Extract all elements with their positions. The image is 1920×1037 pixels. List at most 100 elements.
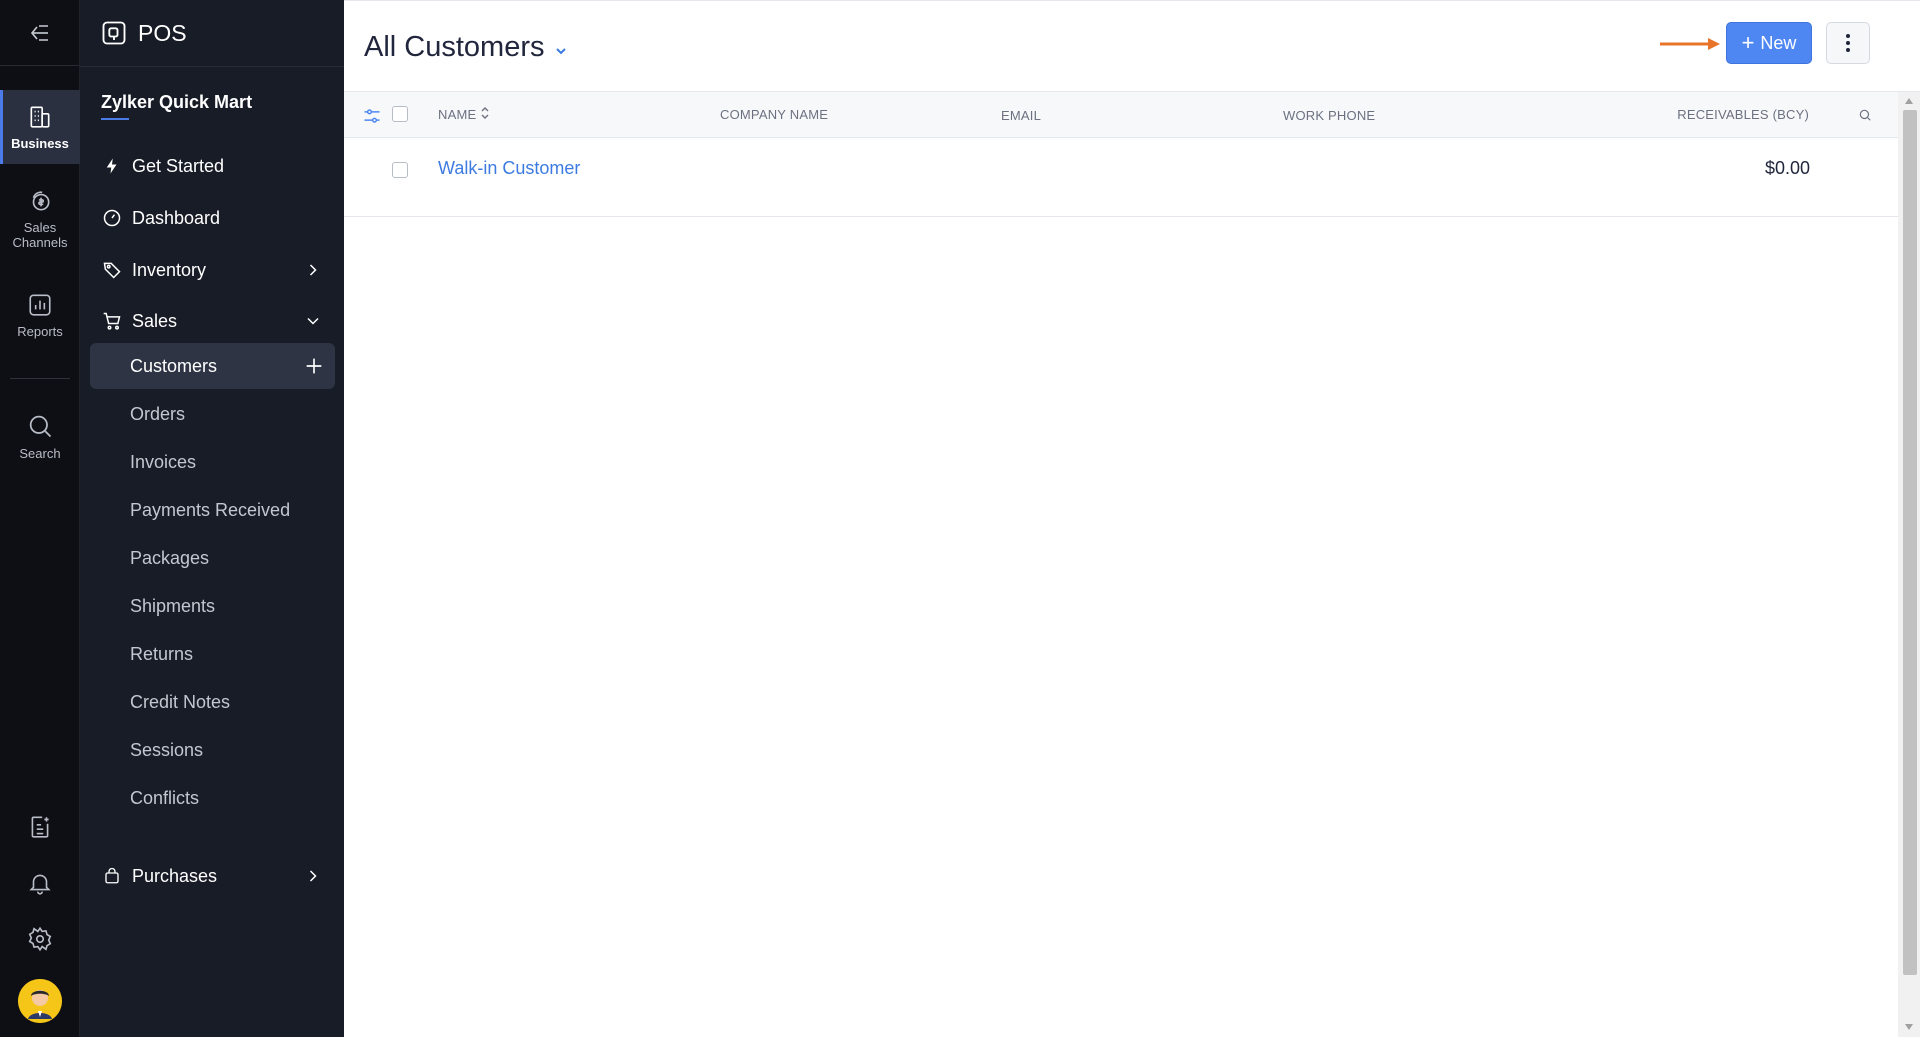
vertical-scrollbar[interactable]: [1898, 92, 1920, 1037]
app-header: POS: [80, 0, 344, 67]
gauge-icon: [103, 209, 121, 227]
table-row[interactable]: Walk-in Customer $0.00: [344, 138, 1898, 217]
sidebar-item-payments-received[interactable]: Payments Received: [90, 487, 335, 533]
rail-label-business: Business: [11, 136, 69, 151]
user-avatar[interactable]: [18, 979, 62, 1023]
nav-label-purchases: Purchases: [132, 865, 218, 886]
module-rail: Business Sales Channels Reports Search: [0, 0, 80, 1037]
column-header-name[interactable]: NAME: [438, 107, 490, 122]
bell-icon: [29, 874, 51, 895]
pos-logo-icon: [102, 21, 126, 45]
nav-label-inventory: Inventory: [132, 259, 207, 280]
rail-label-sales-channels: Sales Channels: [12, 220, 68, 250]
nav-item-sales[interactable]: Sales: [90, 298, 335, 344]
cart-icon: [103, 312, 121, 330]
notifications-button[interactable]: [0, 870, 80, 896]
sidebar-label-shipments: Shipments: [130, 595, 216, 616]
column-header-email[interactable]: EMAIL: [1001, 108, 1041, 123]
scrollbar-thumb[interactable]: [1903, 110, 1917, 975]
shopping-bag-icon: [105, 867, 119, 884]
collapse-sidebar-button[interactable]: [0, 0, 79, 66]
column-header-receivables[interactable]: RECEIVABLES (BCY): [1677, 107, 1809, 122]
collapse-menu-icon: [30, 24, 48, 41]
sidebar-label-invoices: Invoices: [130, 451, 197, 472]
rail-label-search: Search: [19, 446, 61, 461]
scroll-up-icon[interactable]: [1905, 98, 1913, 104]
main-content: All Customers + New NAME COMPANY NAME EM…: [344, 0, 1920, 1037]
chevron-down-icon: [555, 47, 566, 54]
rail-item-business[interactable]: Business: [0, 90, 80, 164]
rail-item-search[interactable]: Search: [0, 412, 80, 466]
rail-item-reports[interactable]: Reports: [0, 292, 80, 346]
sidebar-item-packages[interactable]: Packages: [90, 535, 335, 581]
customer-name-link[interactable]: Walk-in Customer: [438, 158, 580, 179]
search-icon: [29, 415, 52, 438]
add-customer-icon[interactable]: [303, 355, 325, 377]
coins-icon: [32, 191, 50, 211]
building-icon: [30, 106, 50, 128]
nav-item-get-started[interactable]: Get Started: [90, 143, 335, 189]
bar-chart-icon: [29, 294, 51, 316]
sidebar-label-returns: Returns: [130, 643, 194, 664]
chevron-right-icon: [309, 870, 317, 882]
chevron-down-icon: [307, 317, 319, 325]
column-settings-icon[interactable]: [362, 106, 382, 126]
customer-receivables: $0.00: [1764, 158, 1810, 178]
sidebar-label-sessions: Sessions: [130, 739, 204, 760]
app-window: Business Sales Channels Reports Search P…: [0, 0, 1920, 1037]
search-icon[interactable]: [1858, 108, 1872, 122]
organization-name[interactable]: Zylker Quick Mart: [101, 92, 252, 113]
sidebar-label-payments-received: Payments Received: [130, 499, 291, 520]
nav-item-dashboard[interactable]: Dashboard: [90, 195, 335, 241]
annotation-arrow-icon: [1660, 38, 1720, 50]
new-button-label: New: [1760, 32, 1797, 53]
sidebar-item-returns[interactable]: Returns: [90, 631, 335, 677]
whats-new-button[interactable]: [0, 814, 80, 840]
column-header-company[interactable]: COMPANY NAME: [720, 107, 828, 122]
user-avatar-icon: [18, 979, 62, 1023]
rail-label-reports: Reports: [17, 324, 63, 339]
select-all-checkbox[interactable]: [392, 106, 408, 122]
rail-divider: [10, 378, 70, 379]
nav-label-sales: Sales: [132, 310, 178, 331]
rail-item-sales-channels[interactable]: Sales Channels: [0, 188, 80, 258]
sidebar-label-packages: Packages: [130, 547, 210, 568]
sidebar-label-credit-notes: Credit Notes: [130, 691, 231, 712]
table-header: NAME COMPANY NAME EMAIL WORK PHONE RECEI…: [344, 92, 1898, 138]
vertical-dots-icon: [1846, 34, 1850, 52]
sidebar-item-orders[interactable]: Orders: [90, 391, 335, 437]
settings-button[interactable]: [0, 926, 80, 952]
column-header-work-phone[interactable]: WORK PHONE: [1283, 108, 1375, 123]
document-plus-icon: [31, 816, 49, 838]
page-header: All Customers + New: [344, 0, 1920, 92]
sidebar-label-customers: Customers: [130, 355, 218, 376]
sort-icon: [481, 107, 489, 119]
nav-item-inventory[interactable]: Inventory: [90, 247, 335, 293]
nav-item-purchases[interactable]: Purchases: [90, 853, 335, 899]
row-checkbox[interactable]: [392, 162, 408, 178]
nav-label-get-started: Get Started: [132, 155, 225, 176]
sidebar-item-invoices[interactable]: Invoices: [90, 439, 335, 485]
sidebar-item-shipments[interactable]: Shipments: [90, 583, 335, 629]
tag-icon: [103, 262, 121, 279]
sidebar-item-sessions[interactable]: Sessions: [90, 727, 335, 773]
lightning-icon: [106, 158, 117, 174]
sidebar-item-conflicts[interactable]: Conflicts: [90, 775, 335, 821]
sidebar-item-customers[interactable]: Customers: [90, 343, 335, 389]
navigation-sidebar: POS Zylker Quick Mart Get Started Dashbo…: [80, 0, 344, 1037]
sidebar-item-credit-notes[interactable]: Credit Notes: [90, 679, 335, 725]
new-customer-button[interactable]: + New: [1726, 22, 1812, 64]
column-label-name: NAME: [438, 107, 477, 122]
nav-label-dashboard: Dashboard: [132, 207, 221, 228]
chevron-right-icon: [309, 264, 317, 276]
scroll-down-icon[interactable]: [1905, 1024, 1913, 1030]
page-title: All Customers: [364, 31, 545, 63]
more-options-button[interactable]: [1826, 22, 1870, 64]
app-title: POS: [138, 19, 187, 46]
plus-icon: +: [1741, 30, 1755, 55]
sidebar-label-conflicts: Conflicts: [130, 787, 200, 808]
organization-underline: [101, 118, 129, 120]
view-selector[interactable]: All Customers: [364, 31, 569, 64]
gear-icon: [28, 926, 52, 952]
sidebar-label-orders: Orders: [130, 403, 186, 424]
